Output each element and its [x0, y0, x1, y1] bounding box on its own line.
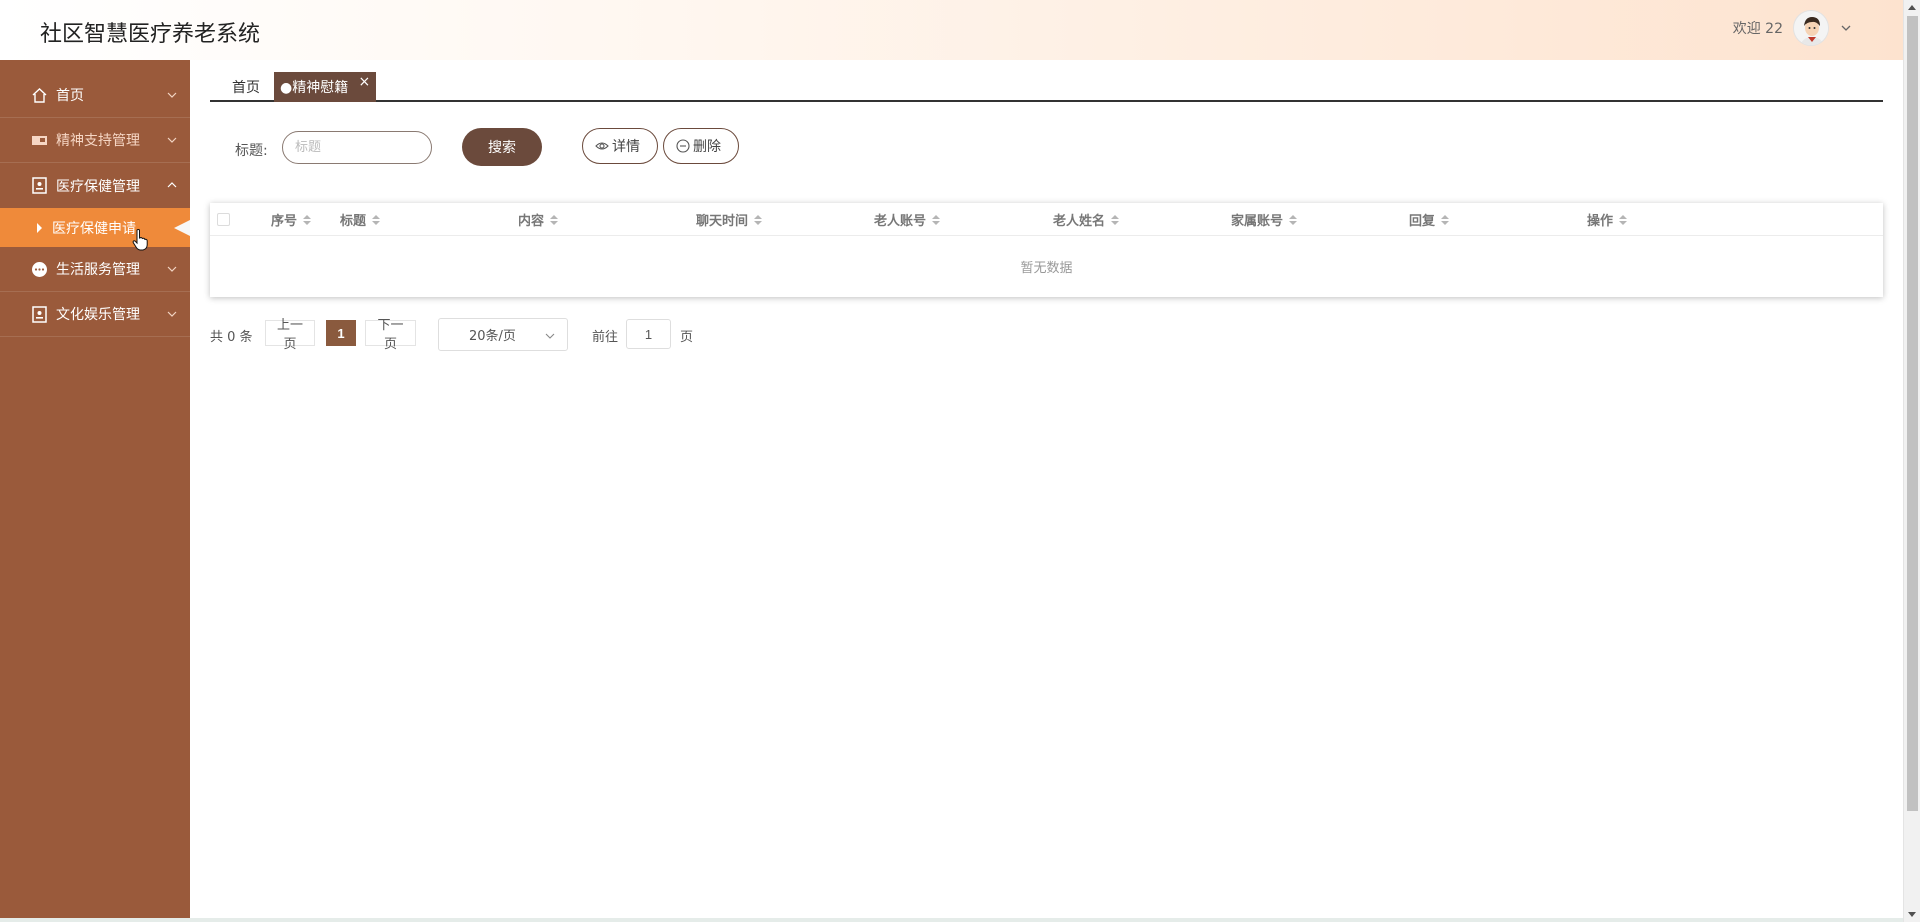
title-search-input[interactable] — [282, 131, 432, 164]
chevron-down-icon — [545, 333, 555, 339]
detail-button[interactable]: 详情 — [582, 128, 658, 164]
badge-icon — [31, 305, 48, 323]
sidebar-item-label: 首页 — [56, 88, 84, 104]
tab-spiritual-comfort[interactable]: ●精神慰籍 × — [274, 72, 377, 102]
column-header-actions[interactable]: 操作 — [1587, 203, 1628, 236]
search-button[interactable]: 搜索 — [462, 128, 542, 166]
sidebar-item-healthcare[interactable]: 医疗保健管理 — [0, 163, 190, 208]
table-header: 序号 标题 内容 聊天时间 老人账号 老人姓名 家属账号 回复 操作 — [210, 203, 1883, 236]
sort-icon[interactable] — [754, 214, 763, 225]
home-icon — [31, 87, 48, 104]
sort-icon[interactable] — [1289, 214, 1298, 225]
select-all-checkbox[interactable] — [217, 213, 230, 226]
tab-label: ●精神慰籍 — [280, 80, 349, 96]
scroll-down-arrow-icon[interactable] — [1908, 912, 1916, 917]
sidebar-item-label: 生活服务管理 — [56, 262, 140, 278]
page-number-button[interactable]: 1 — [326, 320, 356, 346]
chevron-down-icon — [167, 266, 177, 272]
sidebar-item-label: 医疗保健管理 — [56, 178, 140, 195]
column-header-family-account[interactable]: 家属账号 — [1231, 203, 1298, 236]
data-table: 序号 标题 内容 聊天时间 老人账号 老人姓名 家属账号 回复 操作 暂无数据 — [210, 203, 1883, 297]
welcome-text: 欢迎 22 — [1732, 21, 1783, 37]
sidebar-item-culture-entertainment[interactable]: 文化娱乐管理 — [0, 292, 190, 337]
vertical-scrollbar[interactable] — [1903, 0, 1920, 922]
chevron-down-icon — [167, 311, 177, 317]
chevron-down-icon[interactable] — [1839, 21, 1853, 35]
column-header-chat-time[interactable]: 聊天时间 — [696, 203, 763, 236]
badge-icon — [31, 177, 48, 194]
eye-icon — [595, 142, 609, 150]
minus-circle-icon — [676, 139, 690, 153]
avatar[interactable] — [1793, 10, 1829, 46]
prev-page-button[interactable]: 上一页 — [265, 317, 315, 351]
chevron-up-icon — [167, 182, 177, 188]
page-unit-label: 页 — [680, 330, 694, 345]
chevron-down-icon — [167, 137, 177, 143]
ticket-icon — [31, 132, 48, 149]
tab-bar: 首页 ●精神慰籍 × — [210, 70, 1883, 102]
sort-icon[interactable] — [372, 214, 381, 225]
page-size-value: 20条/页 — [469, 329, 516, 344]
sidebar-subitem-healthcare-application[interactable]: 医疗保健申请 — [0, 208, 190, 247]
pagination: 共 0 条 上一页 1 下一页 20条/页 前往 页 — [210, 317, 910, 351]
sort-icon[interactable] — [303, 214, 312, 225]
column-header-title[interactable]: 标题 — [340, 203, 381, 236]
delete-button-label: 删除 — [693, 139, 721, 155]
sidebar-subitem-label: 医疗保健申请 — [52, 220, 136, 237]
top-header: 社区智慧医疗养老系统 欢迎 22 — [0, 0, 1903, 60]
sort-icon[interactable] — [932, 214, 941, 225]
chat-bubble-icon — [31, 261, 48, 278]
hand-cursor-icon — [132, 229, 148, 251]
total-count: 共 0 条 — [210, 330, 253, 345]
active-pointer — [174, 220, 190, 236]
goto-label: 前往 — [592, 330, 619, 345]
sidebar-item-home[interactable]: 首页 — [0, 73, 190, 118]
empty-state-text: 暂无数据 — [1020, 261, 1073, 276]
caret-right-icon — [37, 223, 42, 233]
detail-button-label: 详情 — [612, 139, 640, 155]
main-content: 首页 ●精神慰籍 × 标题: 搜索 详情 删除 序号 标题 内容 聊天时间 老人… — [210, 70, 1883, 351]
scroll-thumb[interactable] — [1907, 16, 1918, 811]
sort-icon[interactable] — [550, 214, 559, 225]
sort-icon[interactable] — [1619, 214, 1628, 225]
app-title: 社区智慧医疗养老系统 — [40, 22, 261, 47]
delete-button[interactable]: 删除 — [663, 128, 739, 164]
column-header-index[interactable]: 序号 — [271, 203, 312, 236]
tab-home[interactable]: 首页 — [232, 72, 260, 102]
bottom-strip — [0, 918, 1903, 922]
column-header-elder-account[interactable]: 老人账号 — [874, 203, 941, 236]
sidebar-item-label: 文化娱乐管理 — [56, 307, 140, 323]
column-header-content[interactable]: 内容 — [518, 203, 559, 236]
search-bar: 标题: 搜索 详情 删除 — [210, 127, 1883, 171]
sidebar-item-label: 精神支持管理 — [56, 133, 140, 149]
close-icon[interactable]: × — [358, 74, 370, 90]
column-header-reply[interactable]: 回复 — [1409, 203, 1450, 236]
next-page-button[interactable]: 下一页 — [365, 317, 416, 351]
goto-page-input[interactable] — [626, 319, 671, 349]
sidebar-item-spiritual-support[interactable]: 精神支持管理 — [0, 118, 190, 163]
column-header-elder-name[interactable]: 老人姓名 — [1053, 203, 1120, 236]
sort-icon[interactable] — [1111, 214, 1120, 225]
user-menu[interactable]: 欢迎 22 — [1733, 10, 1853, 46]
chevron-down-icon — [167, 92, 177, 98]
sort-icon[interactable] — [1441, 214, 1450, 225]
sidebar-item-life-services[interactable]: 生活服务管理 — [0, 247, 190, 292]
scroll-up-arrow-icon[interactable] — [1908, 5, 1916, 10]
title-label: 标题: — [235, 143, 268, 159]
page-size-select[interactable]: 20条/页 — [438, 318, 568, 351]
sidebar: 首页 精神支持管理 医疗保健管理 医疗保健申请 生活服务管理 文化娱乐管理 — [0, 60, 190, 918]
